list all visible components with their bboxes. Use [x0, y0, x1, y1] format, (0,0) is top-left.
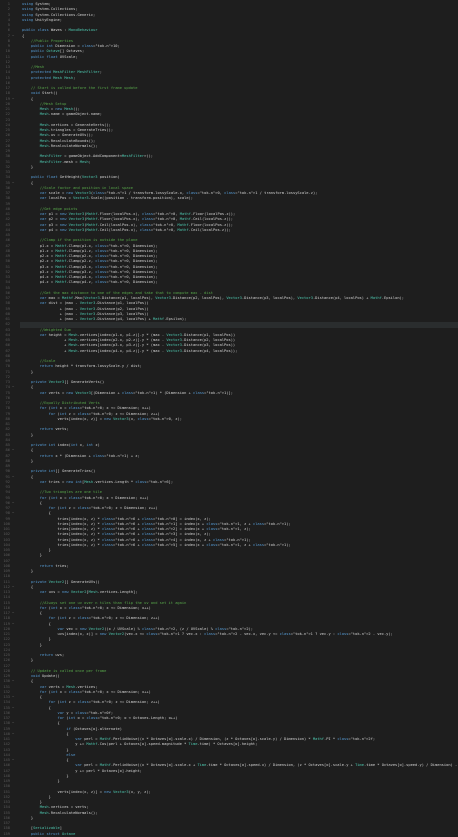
- fold-toggle-icon[interactable]: −: [12, 585, 16, 590]
- fold-toggle-icon[interactable]: −: [12, 181, 16, 186]
- fold-toggle-icon[interactable]: −: [12, 706, 16, 711]
- fold-toggle-icon[interactable]: −: [12, 732, 16, 737]
- fold-toggle-icon[interactable]: −: [12, 679, 16, 684]
- fold-toggle-icon[interactable]: −: [12, 695, 16, 700]
- fold-toggle-icon[interactable]: −: [12, 97, 16, 102]
- fold-toggle-icon[interactable]: −: [12, 758, 16, 763]
- code-editor[interactable]: 1 using System; 2 using System.Collections;…: [0, 0, 458, 837]
- fold-toggle-icon[interactable]: −: [12, 34, 16, 39]
- fold-toggle-icon[interactable]: −: [12, 448, 16, 453]
- fold-toggle-icon[interactable]: −: [12, 501, 16, 506]
- fold-toggle-icon[interactable]: −: [12, 385, 16, 390]
- fold-toggle-icon[interactable]: −: [12, 511, 16, 516]
- fold-toggle-icon[interactable]: −: [12, 622, 16, 627]
- fold-toggle-icon[interactable]: −: [12, 475, 16, 480]
- fold-toggle-icon[interactable]: −: [12, 721, 16, 726]
- code-area[interactable]: 1 using System; 2 using System.Collections;…: [3, 2, 458, 837]
- fold-toggle-icon[interactable]: −: [12, 611, 16, 616]
